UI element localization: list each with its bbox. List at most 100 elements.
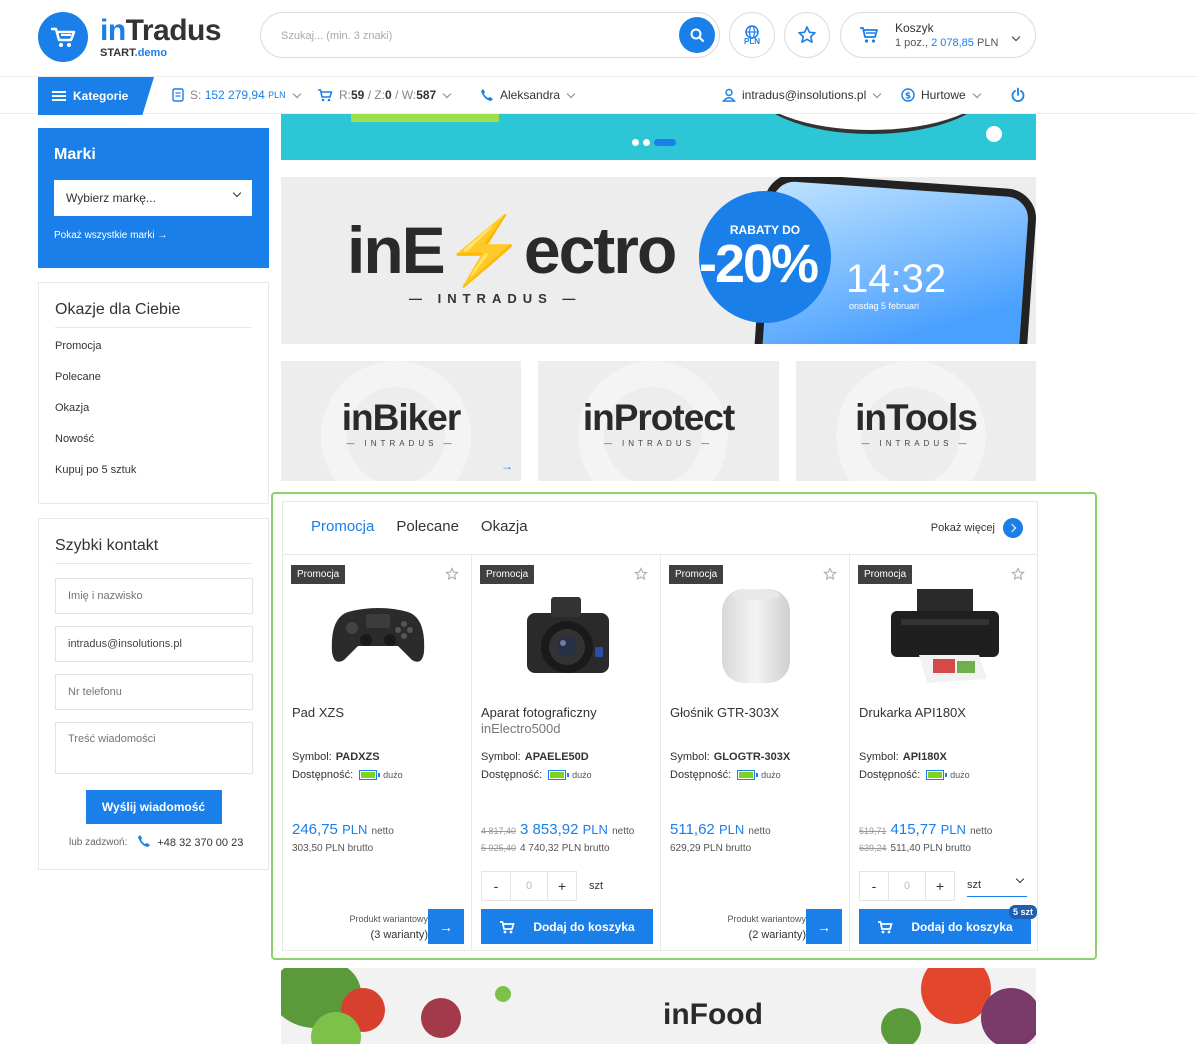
deal-link-okazja[interactable]: Okazja [55, 402, 252, 433]
show-more-link[interactable]: Pokaż więcej [931, 518, 1023, 538]
product-image-printer[interactable] [880, 585, 1010, 685]
logout-button[interactable] [1010, 87, 1026, 103]
price-level-dropdown[interactable]: $ Hurtowe [901, 88, 981, 102]
product-price-brutto: 5 925,40 4 740,32 PLN brutto [481, 843, 610, 854]
decrease-qty-button[interactable]: - [481, 871, 511, 901]
product-image-speaker[interactable] [691, 585, 821, 685]
variant-info: Produkt wariantowy (2 warianty) [727, 914, 806, 941]
product-price-brutto: 639,24 511,40 PLN brutto [859, 843, 971, 854]
slider-dot[interactable] [643, 139, 650, 146]
inprotect-logo: inProtect [582, 397, 735, 438]
chevron-down-icon [442, 89, 452, 98]
top-nav: Kategorie S: 152 279,94 PLN R: 59 / Z: 0 /… [0, 76, 1198, 115]
intools-logo: inTools [855, 397, 978, 438]
logo[interactable]: inTradus START.demo [38, 12, 222, 62]
quantity-input[interactable]: 0 [889, 871, 925, 901]
quantity-input[interactable]: 0 [511, 871, 547, 901]
product-price-brutto: 303,50 PLN brutto [292, 843, 374, 854]
brands-select[interactable]: Wybierz markę... [54, 180, 252, 216]
call-number[interactable]: +48 32 370 00 23 [157, 837, 243, 849]
deals-panel: Okazje dla Ciebie Promocja Polecane Okaz… [38, 282, 269, 504]
product-name[interactable]: Drukarka API180X [859, 705, 966, 721]
add-to-cart-button[interactable]: Dodaj do koszyka 5 szt [859, 905, 1037, 944]
decrease-qty-button[interactable]: - [859, 871, 889, 901]
favorite-star-icon[interactable] [634, 567, 648, 584]
deals-title: Okazje dla Ciebie [55, 301, 252, 328]
product-tabs: Promocja Polecane Okazja [311, 518, 528, 535]
search-button[interactable] [679, 17, 715, 53]
product-image-gamepad[interactable] [313, 585, 443, 685]
product-name[interactable]: Pad XZS [292, 705, 344, 721]
product-price-netto: 246,75 PLN netto [292, 821, 394, 838]
infood-banner[interactable]: inFood [281, 968, 1036, 1044]
message-input[interactable] [55, 722, 253, 774]
categories-button[interactable]: Kategorie [38, 77, 154, 115]
quantity-stepper: - 0 + szt [859, 871, 1027, 901]
orders-dropdown[interactable]: R: 59 / Z: 0 / W: 587 [317, 88, 452, 102]
product-image-camera[interactable] [502, 585, 632, 685]
increase-qty-button[interactable]: + [547, 871, 577, 901]
document-icon [172, 88, 184, 102]
search-input[interactable] [281, 25, 661, 47]
product-availability: Dostępność: dużo [670, 769, 781, 781]
unit-label: szt [589, 880, 604, 892]
go-to-product-button[interactable]: → [428, 909, 464, 944]
slider-dot[interactable] [632, 139, 639, 146]
dollar-icon: $ [901, 88, 915, 102]
tab-promocja[interactable]: Promocja [311, 518, 374, 535]
product-price-netto: 4 817,40 3 853,92 PLN netto [481, 821, 635, 838]
product-name[interactable]: Głośnik GTR-303X [670, 705, 779, 721]
send-message-button[interactable]: Wyślij wiadomość [85, 790, 222, 824]
user-dropdown[interactable]: intradus@insolutions.pl [722, 88, 882, 102]
chevron-down-icon [566, 89, 576, 98]
inelectro-logo: inE⚡ectro [347, 213, 677, 287]
email-input[interactable] [55, 626, 253, 662]
inbiker-banner[interactable]: inBiker — INTRADUS — → [281, 361, 521, 481]
phone-icon [137, 834, 151, 851]
chevron-down-icon [1005, 29, 1021, 43]
deal-link-polecane[interactable]: Polecane [55, 371, 252, 402]
promo-badge: Promocja [669, 565, 724, 584]
deal-link-promocja[interactable]: Promocja [55, 340, 252, 371]
tab-polecane[interactable]: Polecane [396, 518, 459, 535]
unit-select[interactable]: szt [967, 874, 1027, 897]
contact-person-dropdown[interactable]: Aleksandra [480, 88, 576, 102]
saldo-dropdown[interactable]: S: 152 279,94 PLN [172, 88, 301, 102]
slider-dot-active[interactable] [654, 139, 676, 146]
contact-title: Szybki kontakt [55, 537, 252, 564]
promo-badge: Promocja [480, 565, 535, 584]
user-icon [722, 88, 736, 102]
arrow-right-icon: → [817, 918, 831, 935]
deal-link-nowosc[interactable]: Nowość [55, 433, 252, 464]
phone-input[interactable] [55, 674, 253, 710]
favorite-star-icon[interactable] [1011, 567, 1025, 584]
promo-badge: Promocja [291, 565, 346, 584]
product-card: Promocja Drukarka API180X Symbol: API180X… [850, 555, 1037, 951]
go-to-product-button[interactable]: → [806, 909, 842, 944]
tab-okazja[interactable]: Okazja [481, 518, 528, 535]
favorites-button[interactable] [784, 12, 830, 58]
favorite-star-icon[interactable] [823, 567, 837, 584]
product-section: Promocja Polecane Okazja Pokaż więcej Pr… [282, 501, 1038, 951]
increase-qty-button[interactable]: + [925, 871, 955, 901]
intools-banner[interactable]: inTools — INTRADUS — [796, 361, 1036, 481]
promo-badge: Promocja [858, 565, 913, 584]
brands-title: Marki [54, 146, 96, 163]
inelectro-banner[interactable]: inE⚡ectro — INTRADUS — 14:32 onsdag 5 fe… [281, 177, 1036, 344]
battery-icon [737, 770, 759, 780]
product-price-brutto: 629,29 PLN brutto [670, 843, 752, 854]
cart-button[interactable]: Koszyk 1 poz., 2 078,85 PLN [840, 12, 1036, 58]
currency-button[interactable]: PLN [729, 12, 775, 58]
inprotect-banner[interactable]: inProtect — INTRADUS — [538, 361, 779, 481]
deal-link-kupuj-po-5[interactable]: Kupuj po 5 sztuk [55, 464, 252, 495]
product-price-netto: 519,71 415,77 PLN netto [859, 821, 993, 838]
all-brands-link[interactable]: Pokaż wszystkie marki → [54, 230, 253, 241]
hero-banner[interactable] [281, 114, 1036, 160]
call-info: lub zadzwoń: +48 32 370 00 23 [55, 834, 252, 851]
search-icon [690, 28, 705, 43]
variant-info: Produkt wariantowy (3 warianty) [349, 914, 428, 941]
name-input[interactable] [55, 578, 253, 614]
favorite-star-icon[interactable] [445, 567, 459, 584]
product-name[interactable]: Aparat fotograficzny inElectro500d [481, 705, 597, 737]
add-to-cart-button[interactable]: Dodaj do koszyka [481, 909, 653, 944]
